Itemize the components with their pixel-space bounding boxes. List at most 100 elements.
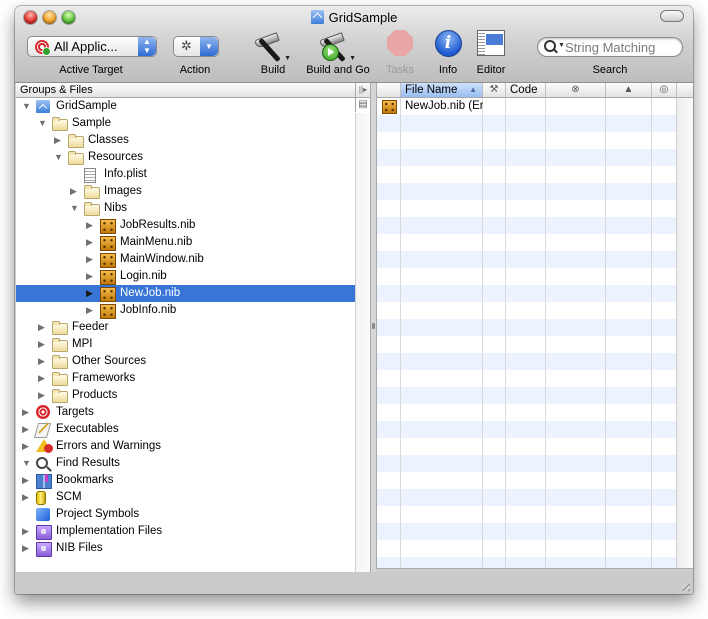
- disclosure-closed-icon[interactable]: ▶: [38, 387, 48, 404]
- tree-item[interactable]: Project Symbols: [16, 506, 355, 523]
- file-name-cell: NewJob.nib (En: [405, 100, 483, 112]
- active-target-popup[interactable]: All Applic... ▲ ▼: [27, 36, 157, 57]
- disclosure-closed-icon[interactable]: ▶: [86, 251, 96, 268]
- search-field[interactable]: ▼ String Matching: [537, 37, 683, 57]
- disclosure-closed-icon[interactable]: ▶: [54, 132, 64, 149]
- tree-item[interactable]: ▶ Login.nib: [16, 268, 355, 285]
- window-title-text: GridSample: [328, 10, 398, 25]
- tree-item[interactable]: ▼ Find Results: [16, 455, 355, 472]
- icon-column-header[interactable]: [377, 83, 401, 97]
- tree-item-label: Login.nib: [120, 270, 167, 282]
- build-and-go-button[interactable]: ▼: [318, 30, 356, 63]
- info-button[interactable]: i: [434, 30, 462, 57]
- tree-item[interactable]: ▶ MainWindow.nib: [16, 251, 355, 268]
- code-column-header[interactable]: Code: [506, 83, 546, 97]
- build-column-header[interactable]: ⚒: [483, 83, 506, 97]
- disclosure-closed-icon[interactable]: ▶: [22, 438, 32, 455]
- tree-item[interactable]: ▶ Implementation Files: [16, 523, 355, 540]
- tree-item-label: NIB Files: [56, 542, 103, 554]
- disclosure-closed-icon[interactable]: ▶: [22, 523, 32, 540]
- disclosure-closed-icon[interactable]: ▶: [70, 183, 80, 200]
- tree-item[interactable]: ▶ Frameworks: [16, 370, 355, 387]
- disclosure-closed-icon[interactable]: ▶: [86, 285, 96, 302]
- action-popup[interactable]: ✲ ▼: [173, 36, 219, 57]
- active-target-value: All Applic...: [54, 39, 118, 54]
- magnifier-icon: [36, 457, 48, 469]
- tree-item[interactable]: ▶ Feeder: [16, 319, 355, 336]
- target-circle-icon: ◎: [659, 84, 669, 95]
- tree-item[interactable]: ▼ Sample: [16, 115, 355, 132]
- errors-column-header[interactable]: ⊗: [546, 83, 606, 97]
- disclosure-closed-icon[interactable]: ▶: [22, 421, 32, 438]
- status-bar: [15, 572, 693, 594]
- tree-item[interactable]: ▶ Bookmarks: [16, 472, 355, 489]
- active-target-label: Active Target: [59, 64, 123, 76]
- tree-item-label: Resources: [88, 151, 143, 163]
- tree-item[interactable]: ▶ JobInfo.nib: [16, 302, 355, 319]
- collapse-pane-icon[interactable]: ||▸: [355, 83, 370, 98]
- target-icon: [36, 405, 50, 419]
- tree-item[interactable]: ▶ MainMenu.nib: [16, 234, 355, 251]
- disclosure-closed-icon[interactable]: ▶: [38, 353, 48, 370]
- tree-item[interactable]: ▶ Targets: [16, 404, 355, 421]
- disclosure-closed-icon[interactable]: ▶: [86, 302, 96, 319]
- tree-item-label: Implementation Files: [56, 525, 163, 537]
- tree-item-label: Bookmarks: [56, 474, 114, 486]
- target-column-header[interactable]: ◎: [652, 83, 677, 97]
- disclosure-closed-icon[interactable]: ▶: [86, 217, 96, 234]
- tree-item[interactable]: ▼ Resources: [16, 149, 355, 166]
- tree-item[interactable]: ▼ GridSample: [16, 98, 355, 115]
- tree-item[interactable]: ▶ NewJob.nib: [16, 285, 355, 302]
- tree-item[interactable]: ▼ Nibs: [16, 200, 355, 217]
- disclosure-open-icon[interactable]: ▼: [38, 115, 48, 132]
- tree-item[interactable]: ▶ SCM: [16, 489, 355, 506]
- disclosure-closed-icon[interactable]: ▶: [22, 489, 32, 506]
- tree-item[interactable]: ▶ NIB Files: [16, 540, 355, 557]
- disclosure-closed-icon[interactable]: ▶: [22, 404, 32, 421]
- disclosure-closed-icon[interactable]: ▶: [86, 234, 96, 251]
- tree-item[interactable]: ▶ MPI: [16, 336, 355, 353]
- tree-item-label: MainWindow.nib: [120, 253, 204, 265]
- disclosure-open-icon[interactable]: ▼: [54, 149, 64, 166]
- disclosure-closed-icon[interactable]: ▶: [22, 540, 32, 557]
- disclosure-closed-icon[interactable]: ▶: [38, 336, 48, 353]
- tree-item[interactable]: ▶ Other Sources: [16, 353, 355, 370]
- table-row[interactable]: NewJob.nib (En: [377, 98, 677, 115]
- folder-icon: [52, 389, 68, 403]
- tree-item[interactable]: ▶ JobResults.nib: [16, 217, 355, 234]
- detail-scrollbar[interactable]: [676, 98, 693, 568]
- disclosure-closed-icon[interactable]: ▶: [86, 268, 96, 285]
- column-divider: [605, 98, 606, 568]
- error-badge-icon: [44, 444, 53, 453]
- detail-table: NewJob.nib (En: [377, 98, 677, 568]
- warning-triangle-icon: ▲: [623, 84, 634, 95]
- column-menu-icon[interactable]: ▤: [355, 98, 370, 112]
- disclosure-closed-icon[interactable]: ▶: [22, 472, 32, 489]
- editor-button[interactable]: [476, 30, 506, 56]
- build-button[interactable]: ▼: [253, 30, 291, 63]
- tree-item[interactable]: ▶ Executables: [16, 421, 355, 438]
- tree-item[interactable]: ▶ Errors and Warnings: [16, 438, 355, 455]
- tree-item[interactable]: ▶ Classes: [16, 132, 355, 149]
- file-name-column-header[interactable]: File Name ▲: [401, 83, 483, 97]
- column-label: File Name: [405, 84, 458, 96]
- tree-item-label: JobInfo.nib: [120, 304, 177, 316]
- tasks-button[interactable]: [385, 30, 415, 56]
- warnings-column-header[interactable]: ▲: [606, 83, 652, 97]
- tree-item-label: Info.plist: [104, 168, 147, 180]
- tree-item[interactable]: ▶ Products: [16, 387, 355, 404]
- groups-header[interactable]: Groups & Files: [16, 83, 359, 98]
- disclosure-open-icon[interactable]: ▼: [22, 98, 32, 115]
- tree-item[interactable]: ▶ Images: [16, 183, 355, 200]
- disclosure-open-icon[interactable]: ▼: [22, 455, 32, 472]
- editor-icon: [477, 30, 505, 56]
- tree-item[interactable]: Info.plist: [16, 166, 355, 183]
- disclosure-closed-icon[interactable]: ▶: [38, 319, 48, 336]
- info-label: Info: [438, 64, 458, 76]
- groups-scrollbar[interactable]: [355, 113, 370, 572]
- tree-item-label: Project Symbols: [56, 508, 140, 520]
- disclosure-open-icon[interactable]: ▼: [70, 200, 80, 217]
- toolbar-toggle-button[interactable]: [660, 10, 684, 22]
- resize-grip-icon[interactable]: [679, 580, 690, 591]
- disclosure-closed-icon[interactable]: ▶: [38, 370, 48, 387]
